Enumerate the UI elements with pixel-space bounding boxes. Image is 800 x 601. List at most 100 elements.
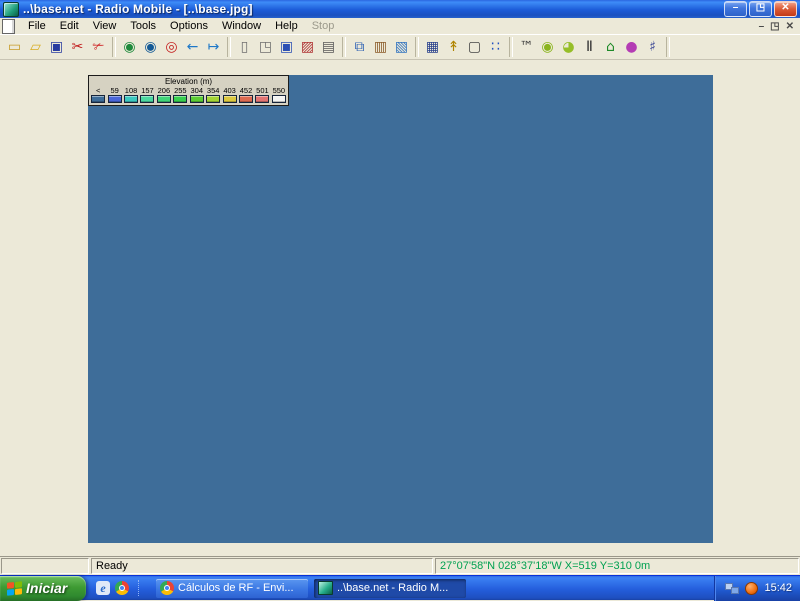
toolbar: ▭ ▱ ▣ ✂ ✃ ◉ ◉ ◎ ← ↦ ▯ ◳ ▣ ▨ ▤ ⧉ ▥ ▧ ▦ ↟ … [0, 34, 800, 60]
chrome-icon [160, 581, 174, 595]
minimize-button[interactable]: – [724, 1, 747, 17]
menu-window[interactable]: Window [215, 19, 268, 33]
new-picture-icon[interactable]: ▯ [234, 36, 255, 58]
menu-help[interactable]: Help [268, 19, 305, 33]
menu-file[interactable]: File [21, 19, 53, 33]
legend-label: 501 [256, 86, 269, 95]
legend-label: 403 [223, 86, 236, 95]
system-tray: 15:42 [714, 575, 800, 601]
task-button-label: Cálculos de RF - Envi... [178, 582, 294, 594]
toolbar-separator [415, 37, 419, 57]
menu-tools[interactable]: Tools [123, 19, 163, 33]
taskbar-clock: 15:42 [764, 582, 792, 594]
legend-swatch [91, 95, 106, 103]
menu-bar: File Edit View Tools Options Window Help… [0, 18, 800, 35]
paste-icon[interactable]: ▥ [370, 36, 391, 58]
window-controls: – ◳ ✕ [724, 1, 800, 17]
legend-label: 354 [206, 86, 220, 95]
legend-swatch [206, 95, 221, 103]
legend-swatch [255, 95, 270, 103]
unit-properties-icon[interactable]: ↟ [443, 36, 464, 58]
quick-launch-separator [138, 580, 142, 596]
close-button[interactable]: ✕ [774, 1, 797, 17]
menu-stop: Stop [311, 20, 335, 32]
next-map-arrow-icon[interactable]: ↦ [203, 36, 224, 58]
child-restore-button[interactable]: ◳ [770, 21, 779, 32]
new-networks-file-icon[interactable]: ▭ [4, 36, 25, 58]
legend-label: 304 [190, 86, 203, 95]
status-bar: Ready 27°07'58"N 028°37'18"W X=519 Y=310… [0, 557, 800, 575]
window-title: ..\base.net - Radio Mobile - [..\base.jp… [23, 2, 253, 16]
export-picture-icon[interactable]: ▧ [391, 36, 412, 58]
previous-map-arrow-icon[interactable]: ← [182, 36, 203, 58]
unit-scissors-icon[interactable]: ✃ [88, 36, 109, 58]
windows-logo-icon [7, 580, 22, 596]
map-picture[interactable]: Elevation (m) < 59 108 157 206 255 304 3… [88, 75, 713, 543]
elevation-legend-title: Elevation (m) [164, 77, 213, 86]
start-button[interactable]: Iniciar [0, 575, 86, 601]
restore-button[interactable]: ◳ [749, 1, 772, 17]
visual-coverage-icon[interactable]: ● [621, 36, 642, 58]
task-button-radio-mobile[interactable]: ..\base.net - Radio M... [314, 578, 466, 598]
mdi-client-area: Elevation (m) < 59 108 157 206 255 304 3… [0, 62, 800, 557]
legend-swatch [271, 95, 286, 103]
legend-swatch [222, 95, 237, 103]
toolbar-separator [666, 37, 670, 57]
legend-label: < [96, 86, 101, 95]
legend-label: 255 [174, 86, 187, 95]
desktop: { "window": { "title": "..\\base.net - R… [0, 0, 800, 601]
network-status-icon[interactable] [725, 582, 740, 594]
menu-view[interactable]: View [86, 19, 124, 33]
taskbar: Iniciar e Cálculos de RF - Envi... ..\ba… [0, 575, 800, 601]
interference-icon[interactable]: Ⅱ [579, 36, 600, 58]
toolbar-separator [509, 37, 513, 57]
menu-options[interactable]: Options [163, 19, 215, 33]
start-button-label: Iniciar [26, 580, 68, 596]
save-picture-icon[interactable]: ▣ [276, 36, 297, 58]
elevation-legend-scale: < 59 108 157 206 255 304 354 403 452 501… [89, 86, 288, 103]
single-coverage-icon[interactable]: ◉ [537, 36, 558, 58]
task-button-browser[interactable]: Cálculos de RF - Envi... [156, 578, 308, 598]
chrome-icon[interactable] [115, 581, 129, 595]
legend-label: 550 [272, 86, 286, 95]
child-minimize-button[interactable]: – [759, 21, 765, 32]
link-endpoints-icon[interactable]: ™ [516, 36, 537, 58]
save-map-globe-icon[interactable]: ◉ [140, 36, 161, 58]
copy-icon[interactable]: ⧉ [349, 36, 370, 58]
status-message: Ready [91, 558, 433, 574]
status-coordinates: 27°07'58"N 028°37'18"W X=519 Y=310 0m [435, 558, 799, 574]
toolbar-separator [112, 37, 116, 57]
legend-swatch [124, 95, 139, 103]
network-scissors-icon[interactable]: ✂ [67, 36, 88, 58]
map-properties-globe-icon[interactable]: ◉ [119, 36, 140, 58]
route-coverage-icon[interactable]: ⌂ [600, 36, 621, 58]
legend-swatch [107, 95, 122, 103]
save-networks-file-icon[interactable]: ▣ [46, 36, 67, 58]
radio-mobile-icon [318, 581, 333, 595]
radio-mobile-app-icon [3, 1, 19, 17]
combined-coverage-icon[interactable]: ◕ [558, 36, 579, 58]
legend-swatch [239, 95, 253, 103]
print-picture-icon[interactable]: ▤ [318, 36, 339, 58]
child-document-icon[interactable] [2, 18, 15, 34]
toolbar-separator [227, 37, 231, 57]
delete-picture-icon[interactable]: ▨ [297, 36, 318, 58]
map-quality-globe-icon[interactable]: ◎ [161, 36, 182, 58]
legend-swatch [189, 95, 204, 103]
status-panel-blank [1, 558, 89, 574]
merge-pictures-icon[interactable]: ▦ [422, 36, 443, 58]
child-close-button[interactable]: ✕ [786, 21, 794, 32]
antivirus-tray-icon[interactable] [745, 581, 759, 595]
quick-launch: e [86, 580, 150, 596]
title-bar: ..\base.net - Radio Mobile - [..\base.jp… [0, 0, 800, 18]
align-units-icon[interactable]: ∷ [485, 36, 506, 58]
antenna-pattern-icon[interactable]: ♯ [642, 36, 663, 58]
select-rectangle-icon[interactable]: ▢ [464, 36, 485, 58]
menu-edit[interactable]: Edit [53, 19, 86, 33]
legend-swatch [173, 95, 188, 103]
open-networks-file-icon[interactable]: ▱ [25, 36, 46, 58]
child-window-controls: – ◳ ✕ [759, 21, 800, 32]
elevation-legend: Elevation (m) < 59 108 157 206 255 304 3… [88, 75, 289, 106]
internet-explorer-icon[interactable]: e [96, 581, 110, 595]
clone-picture-icon[interactable]: ◳ [255, 36, 276, 58]
